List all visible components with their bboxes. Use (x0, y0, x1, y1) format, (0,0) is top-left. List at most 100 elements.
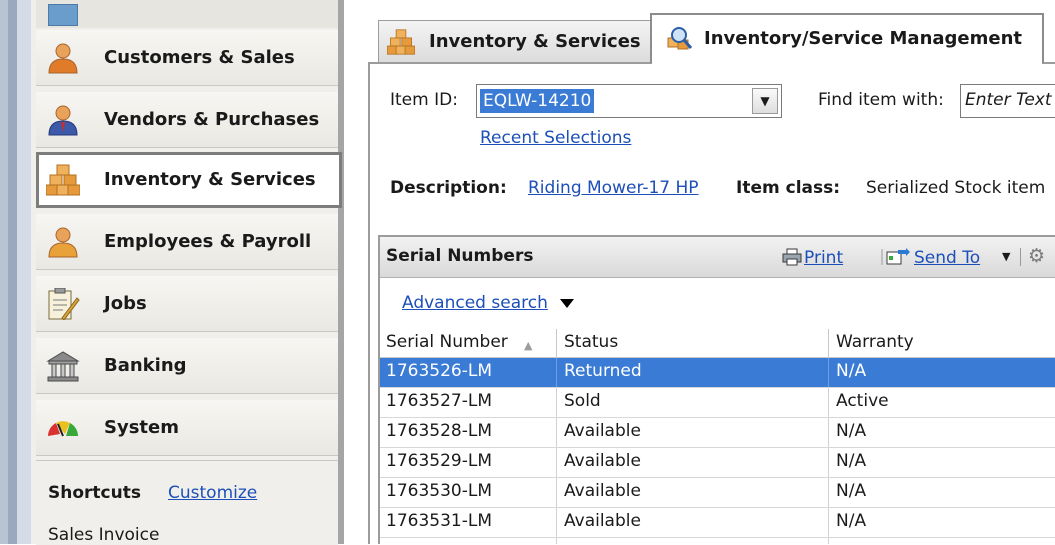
serial-number-cell: 1763527-LM (386, 391, 492, 411)
active-tab-gap (652, 62, 1042, 64)
boxes-icon (387, 29, 415, 55)
nav-item-label: Jobs (104, 293, 147, 314)
table-row[interactable]: 1763531-LM Available N/A (380, 508, 1055, 538)
nav-item-label: Vendors & Purchases (104, 109, 320, 130)
tab-label: Inventory & Services (429, 31, 641, 52)
serial-numbers-title: Serial Numbers (386, 246, 534, 266)
column-header-warranty[interactable]: Warranty (836, 332, 914, 352)
nav-item-vendors-purchases[interactable]: Vendors & Purchases (36, 92, 338, 148)
warranty-cell: N/A (836, 421, 867, 441)
cell-separator (556, 508, 557, 537)
shortcuts-title: Shortcuts (48, 483, 141, 503)
print-link[interactable]: Print (804, 248, 843, 268)
chevron-down-icon: ▼ (760, 94, 770, 108)
cell-separator (828, 388, 829, 417)
item-id-combobox[interactable]: EQLW-14210 ▼ (476, 84, 782, 118)
chevron-down-icon[interactable]: ▼ (1002, 250, 1010, 263)
column-separator[interactable] (556, 329, 557, 357)
column-header-serial-number[interactable]: Serial Number (386, 332, 508, 352)
nav-item-label: System (104, 417, 179, 438)
status-cell: Sold (564, 391, 601, 411)
warranty-cell: Active (836, 391, 889, 411)
person-suit-icon (48, 105, 78, 136)
serial-number-cell: 1763530-LM (386, 481, 492, 501)
serial-numbers-panel: Serial Numbers Print Send To ▼ ⚙ Advance… (378, 235, 1055, 544)
cell-separator (828, 418, 829, 447)
cell-separator (828, 358, 829, 387)
person-icon (48, 227, 78, 258)
nav-item-customers-sales[interactable]: Customers & Sales (36, 30, 338, 86)
sidebar-edge (0, 0, 8, 544)
grid-header-row: Serial Number ▲ Status Warranty (380, 329, 1055, 358)
status-cell: Returned (564, 361, 642, 381)
serial-numbers-header: Serial Numbers Print Send To ▼ ⚙ (380, 237, 1055, 278)
nav-item-label: Customers & Sales (104, 47, 295, 68)
table-row[interactable]: 1763526-LM Returned N/A (380, 358, 1055, 388)
table-row[interactable]: 1763530-LM Available N/A (380, 478, 1055, 508)
nav-item-partial[interactable] (36, 0, 338, 28)
nav-item-jobs[interactable]: Jobs (36, 276, 338, 332)
column-header-status[interactable]: Status (564, 332, 618, 352)
item-id-dropdown-button[interactable]: ▼ (752, 88, 778, 114)
tab-inventory-service-management[interactable]: Inventory/Service Management (650, 13, 1044, 63)
status-cell: Available (564, 451, 641, 471)
column-separator[interactable] (828, 329, 829, 357)
panel-border (368, 62, 370, 544)
table-row[interactable]: 1763527-LM Sold Active (380, 388, 1055, 418)
warranty-cell: N/A (836, 361, 867, 381)
find-item-field[interactable] (960, 84, 1055, 118)
cell-separator (828, 538, 829, 544)
nav-item-employees-payroll[interactable]: Employees & Payroll (36, 214, 338, 270)
find-item-input[interactable] (961, 85, 1055, 115)
table-row[interactable]: 1763528-LM Available N/A (380, 418, 1055, 448)
nav-item-inventory-services[interactable]: Inventory & Services (36, 152, 342, 208)
boxes-icon (46, 164, 80, 196)
sort-ascending-icon: ▲ (524, 339, 533, 352)
customize-link[interactable]: Customize (168, 483, 257, 503)
printer-icon[interactable] (782, 248, 802, 266)
serial-number-cell: 1763526-LM (386, 361, 492, 381)
serial-number-cell: 1763528-LM (386, 421, 492, 441)
send-to-icon[interactable] (880, 248, 910, 266)
warranty-cell: N/A (836, 511, 867, 531)
item-class-value: Serialized Stock item (866, 178, 1046, 198)
shortcut-sales-invoice[interactable]: Sales Invoice (48, 525, 159, 545)
nav-item-system[interactable]: System (36, 400, 338, 456)
nav-item-banking[interactable]: Banking (36, 338, 338, 394)
nav-item-label: Inventory & Services (104, 169, 316, 190)
gear-icon[interactable]: ⚙ (1028, 245, 1045, 267)
serial-number-cell: 1763531-LM (386, 511, 492, 531)
cell-separator (556, 448, 557, 477)
cell-separator (556, 358, 557, 387)
shortcuts-panel: Shortcuts Customize Sales Invoice (36, 460, 338, 545)
send-to-link[interactable]: Send To (914, 248, 980, 268)
tab-inventory-services[interactable]: Inventory & Services (378, 20, 652, 62)
item-class-label: Item class: (736, 178, 841, 198)
bank-icon (46, 351, 80, 382)
status-cell: Available (564, 511, 641, 531)
sidebar-edge (8, 0, 17, 544)
cell-separator (556, 388, 557, 417)
warranty-cell: N/A (836, 451, 867, 471)
dashboard-icon (48, 4, 78, 26)
serial-numbers-grid: Serial Number ▲ Status Warranty 1763526-… (380, 329, 1055, 544)
toolbar-separator (1020, 248, 1021, 266)
cell-separator (556, 538, 557, 544)
serial-number-cell: 1763529-LM (386, 451, 492, 471)
find-item-label: Find item with: (818, 90, 944, 110)
description-label: Description: (390, 178, 507, 198)
item-id-label: Item ID: (390, 90, 458, 110)
cell-separator (556, 418, 557, 447)
item-id-value[interactable]: EQLW-14210 (480, 89, 595, 113)
main-panel: Inventory & Services Inventory/Service M… (344, 0, 1055, 544)
recent-selections-link[interactable]: Recent Selections (480, 128, 631, 148)
caret-down-icon[interactable] (560, 299, 574, 308)
table-row[interactable]: 1763529-LM Available N/A (380, 448, 1055, 478)
status-cell: Available (564, 421, 641, 441)
inventory-search-icon (667, 27, 693, 50)
description-link[interactable]: Riding Mower-17 HP (528, 178, 699, 198)
advanced-search-link[interactable]: Advanced search (402, 293, 548, 313)
cell-separator (828, 508, 829, 537)
table-row-empty[interactable] (380, 538, 1055, 544)
status-cell: Available (564, 481, 641, 501)
